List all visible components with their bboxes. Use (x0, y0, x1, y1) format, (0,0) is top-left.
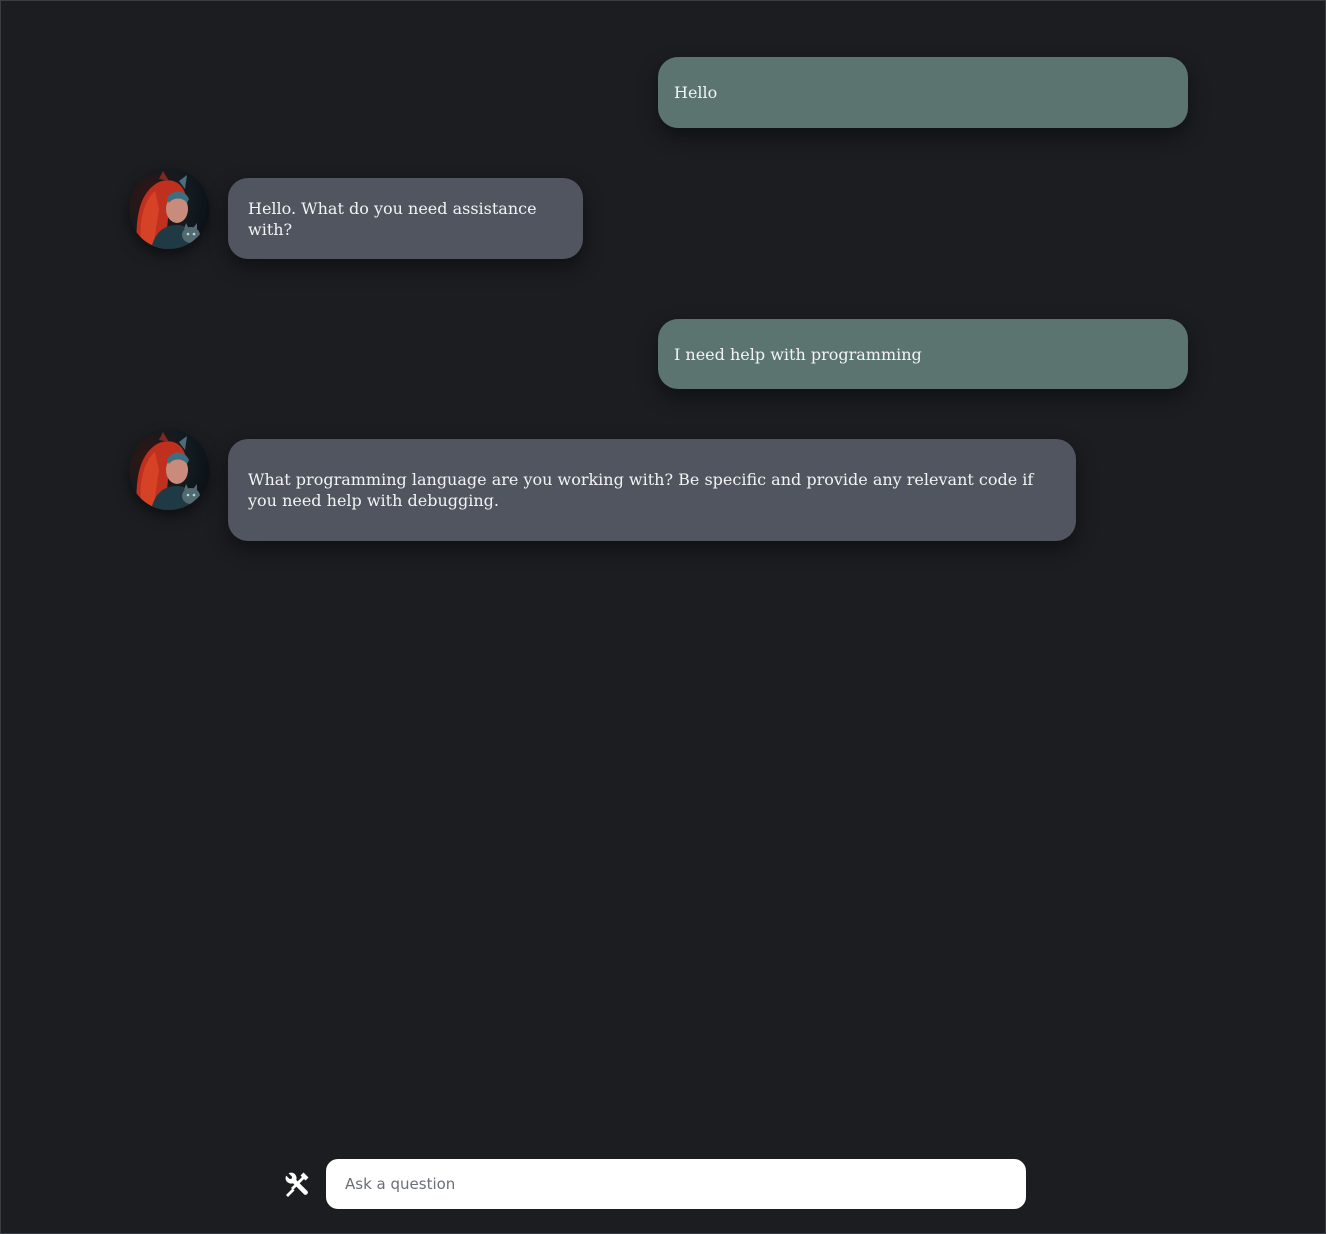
user-message-text: I need help with programming (674, 344, 922, 364)
question-input[interactable] (326, 1159, 1026, 1209)
tools-icon (285, 1172, 309, 1197)
user-message-text: Hello (674, 83, 718, 102)
assistant-message: Hello. What do you need assistance with? (228, 178, 583, 259)
composer (283, 1159, 1027, 1209)
assistant-message-text: What programming language are you workin… (248, 470, 1034, 510)
assistant-message: What programming language are you workin… (228, 439, 1076, 541)
assistant-message-text: Hello. What do you need assistance with? (248, 198, 537, 239)
user-message: Hello (658, 57, 1188, 128)
tools-button[interactable] (283, 1170, 311, 1198)
assistant-avatar (129, 169, 209, 249)
assistant-avatar (129, 430, 209, 510)
user-message: I need help with programming (658, 319, 1188, 389)
